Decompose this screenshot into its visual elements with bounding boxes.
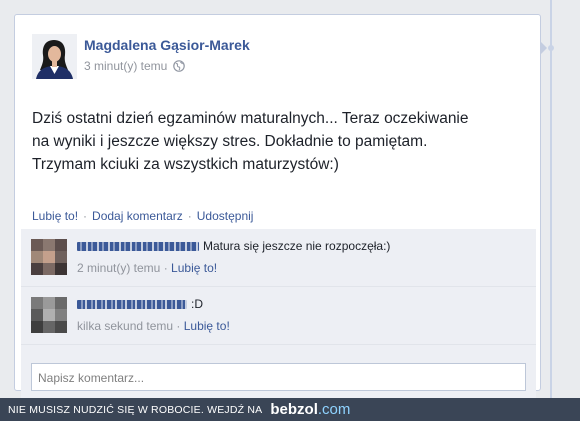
comment-text: Matura się jeszcze nie rozpoczęła:) (203, 239, 391, 253)
banner-text: NIE MUSISZ NUDZIĆ SIĘ W ROBOCIE. WEJDŹ N… (8, 403, 263, 416)
share-link[interactable]: Udostępnij (197, 209, 254, 223)
comment-like-link[interactable]: Lubię to! (171, 261, 217, 275)
site-banner: NIE MUSISZ NUDZIĆ SIĘ W ROBOCIE. WEJDŹ N… (0, 398, 580, 421)
separator: · (83, 208, 88, 223)
post-meta: 3 minut(y) temu (84, 59, 186, 73)
separator: · (187, 208, 192, 223)
like-link[interactable]: Lubię to! (32, 209, 78, 223)
comment-header: :D (77, 297, 203, 311)
post-text-line: Trzymam kciuki za wszystkich maturzystów… (32, 156, 339, 173)
logo-suffix: .com (317, 401, 351, 418)
comment-input[interactable]: Napisz komentarz... (31, 363, 526, 391)
comment-meta: kilka sekund temu · Lubię to! (77, 319, 230, 333)
comment-time[interactable]: 2 minut(y) temu (77, 261, 160, 275)
comment-item: Matura się jeszcze nie rozpoczęła:) 2 mi… (21, 229, 536, 287)
post-time[interactable]: 3 minut(y) temu (84, 59, 167, 73)
comment-meta: 2 minut(y) temu · Lubię to! (77, 261, 217, 275)
comment-link[interactable]: Dodaj komentarz (92, 209, 183, 223)
comment-item: :D kilka sekund temu · Lubię to! (21, 287, 536, 345)
post-card: Magdalena Gąsior-Marek 3 minut(y) temu D… (14, 14, 541, 403)
comment-text: :D (191, 297, 203, 311)
separator: · (163, 261, 168, 275)
post-actions: Lubię to! · Dodaj komentarz · Udostępnij (15, 203, 540, 228)
globe-icon[interactable] (173, 60, 186, 72)
timeline-line (550, 0, 552, 398)
comment-like-link[interactable]: Lubię to! (184, 319, 230, 333)
separator: · (176, 319, 181, 333)
comment-time[interactable]: kilka sekund temu (77, 319, 173, 333)
blurred-commenter-name[interactable] (77, 241, 199, 251)
post-text-line: Dziś ostatni dzień egzaminów maturalnych… (32, 110, 469, 127)
author-avatar[interactable] (32, 34, 77, 79)
timeline-dot (545, 42, 557, 54)
author-name[interactable]: Magdalena Gąsior-Marek (84, 37, 250, 53)
post-text: Dziś ostatni dzień egzaminów maturalnych… (32, 107, 532, 176)
comment-header: Matura się jeszcze nie rozpoczęła:) (77, 239, 390, 253)
commenter-avatar[interactable] (31, 239, 67, 275)
bebzol-logo[interactable]: bebzol.com (270, 401, 350, 418)
comments-section: Matura się jeszcze nie rozpoczęła:) 2 mi… (21, 229, 536, 403)
commenter-avatar[interactable] (31, 297, 67, 333)
blurred-commenter-name[interactable] (77, 299, 187, 309)
logo-text: bebzol (270, 401, 318, 418)
post-text-line: na wyniki i jeszcze większy stres. Dokła… (32, 133, 428, 150)
